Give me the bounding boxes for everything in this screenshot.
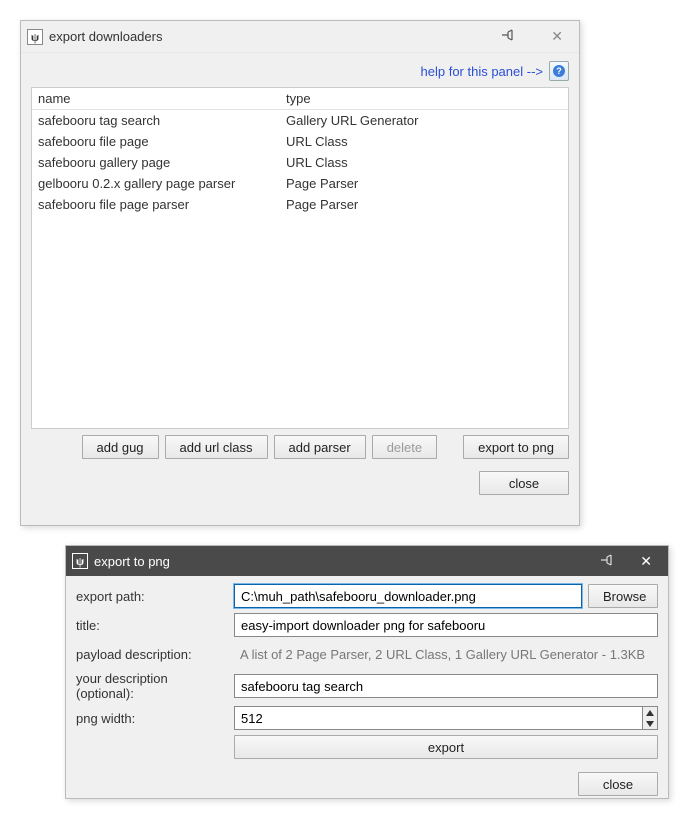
column-header-name[interactable]: name (38, 91, 286, 106)
cell-name: safebooru gallery page (38, 155, 286, 170)
cell-type: Page Parser (286, 176, 562, 191)
table-row[interactable]: safebooru file page URL Class (32, 131, 568, 152)
your-description-row: your description (optional): (76, 671, 658, 701)
table-row[interactable]: safebooru gallery page URL Class (32, 152, 568, 173)
spin-down-button[interactable] (643, 718, 657, 729)
title-row: title: (76, 613, 658, 637)
your-description-input[interactable] (234, 674, 658, 698)
action-button-row: add gug add url class add parser delete … (21, 429, 579, 465)
export-to-png-button[interactable]: export to png (463, 435, 569, 459)
close-icon[interactable]: ✕ (632, 549, 660, 574)
close-button-row: close (66, 770, 668, 802)
cell-name: safebooru file page parser (38, 197, 286, 212)
payload-description-text: A list of 2 Page Parser, 2 URL Class, 1 … (234, 642, 658, 666)
help-row: help for this panel --> ? (21, 53, 579, 87)
browse-button[interactable]: Browse (588, 584, 658, 608)
pin-icon[interactable] (600, 554, 612, 569)
payload-description-row: payload description: A list of 2 Page Pa… (76, 642, 658, 666)
your-description-label: your description (optional): (76, 671, 228, 701)
add-parser-button[interactable]: add parser (274, 435, 366, 459)
help-link[interactable]: help for this panel --> (421, 64, 543, 79)
close-button-row: close (21, 465, 579, 501)
export-button-row: export (76, 735, 658, 759)
export-downloaders-window: ψ export downloaders ✕ help for this pan… (20, 20, 580, 526)
help-icon[interactable]: ? (549, 61, 569, 81)
titlebar: ψ export downloaders ✕ (21, 21, 579, 53)
app-icon: ψ (72, 553, 88, 569)
payload-description-label: payload description: (76, 647, 228, 662)
cell-type: Page Parser (286, 197, 562, 212)
export-to-png-window: ψ export to png ✕ export path: Browse ti… (65, 545, 669, 799)
cell-name: gelbooru 0.2.x gallery page parser (38, 176, 286, 191)
spin-up-button[interactable] (643, 707, 657, 718)
table-header: name type (32, 88, 568, 110)
add-gug-button[interactable]: add gug (82, 435, 159, 459)
app-icon: ψ (27, 29, 43, 45)
png-width-input[interactable] (234, 706, 642, 730)
titlebar: ψ export to png ✕ (66, 546, 668, 576)
table-row[interactable]: safebooru file page parser Page Parser (32, 194, 568, 215)
close-button[interactable]: close (578, 772, 658, 796)
psi-icon: ψ (31, 31, 39, 43)
close-button[interactable]: close (479, 471, 569, 495)
png-width-row: png width: (76, 706, 658, 730)
table-row[interactable]: gelbooru 0.2.x gallery page parser Page … (32, 173, 568, 194)
downloaders-table: name type safebooru tag search Gallery U… (31, 87, 569, 429)
window-title: export to png (94, 554, 600, 569)
title-label: title: (76, 618, 228, 633)
cell-name: safebooru file page (38, 134, 286, 149)
export-path-input[interactable] (234, 584, 582, 608)
title-input[interactable] (234, 613, 658, 637)
table-row[interactable]: safebooru tag search Gallery URL Generat… (32, 110, 568, 131)
spinner-buttons (642, 706, 658, 730)
cell-type: URL Class (286, 134, 562, 149)
close-icon[interactable]: ✕ (543, 24, 571, 49)
form-area: export path: Browse title: payload descr… (66, 576, 668, 770)
column-header-type[interactable]: type (286, 91, 562, 106)
delete-button: delete (372, 435, 437, 459)
cell-name: safebooru tag search (38, 113, 286, 128)
add-url-class-button[interactable]: add url class (165, 435, 268, 459)
export-path-label: export path: (76, 589, 228, 604)
png-width-spinner (234, 706, 658, 730)
window-title: export downloaders (49, 29, 501, 44)
png-width-label: png width: (76, 711, 228, 726)
export-path-row: export path: Browse (76, 584, 658, 608)
export-button[interactable]: export (234, 735, 658, 759)
cell-type: Gallery URL Generator (286, 113, 562, 128)
psi-icon: ψ (76, 555, 84, 567)
pin-icon[interactable] (501, 29, 513, 44)
cell-type: URL Class (286, 155, 562, 170)
